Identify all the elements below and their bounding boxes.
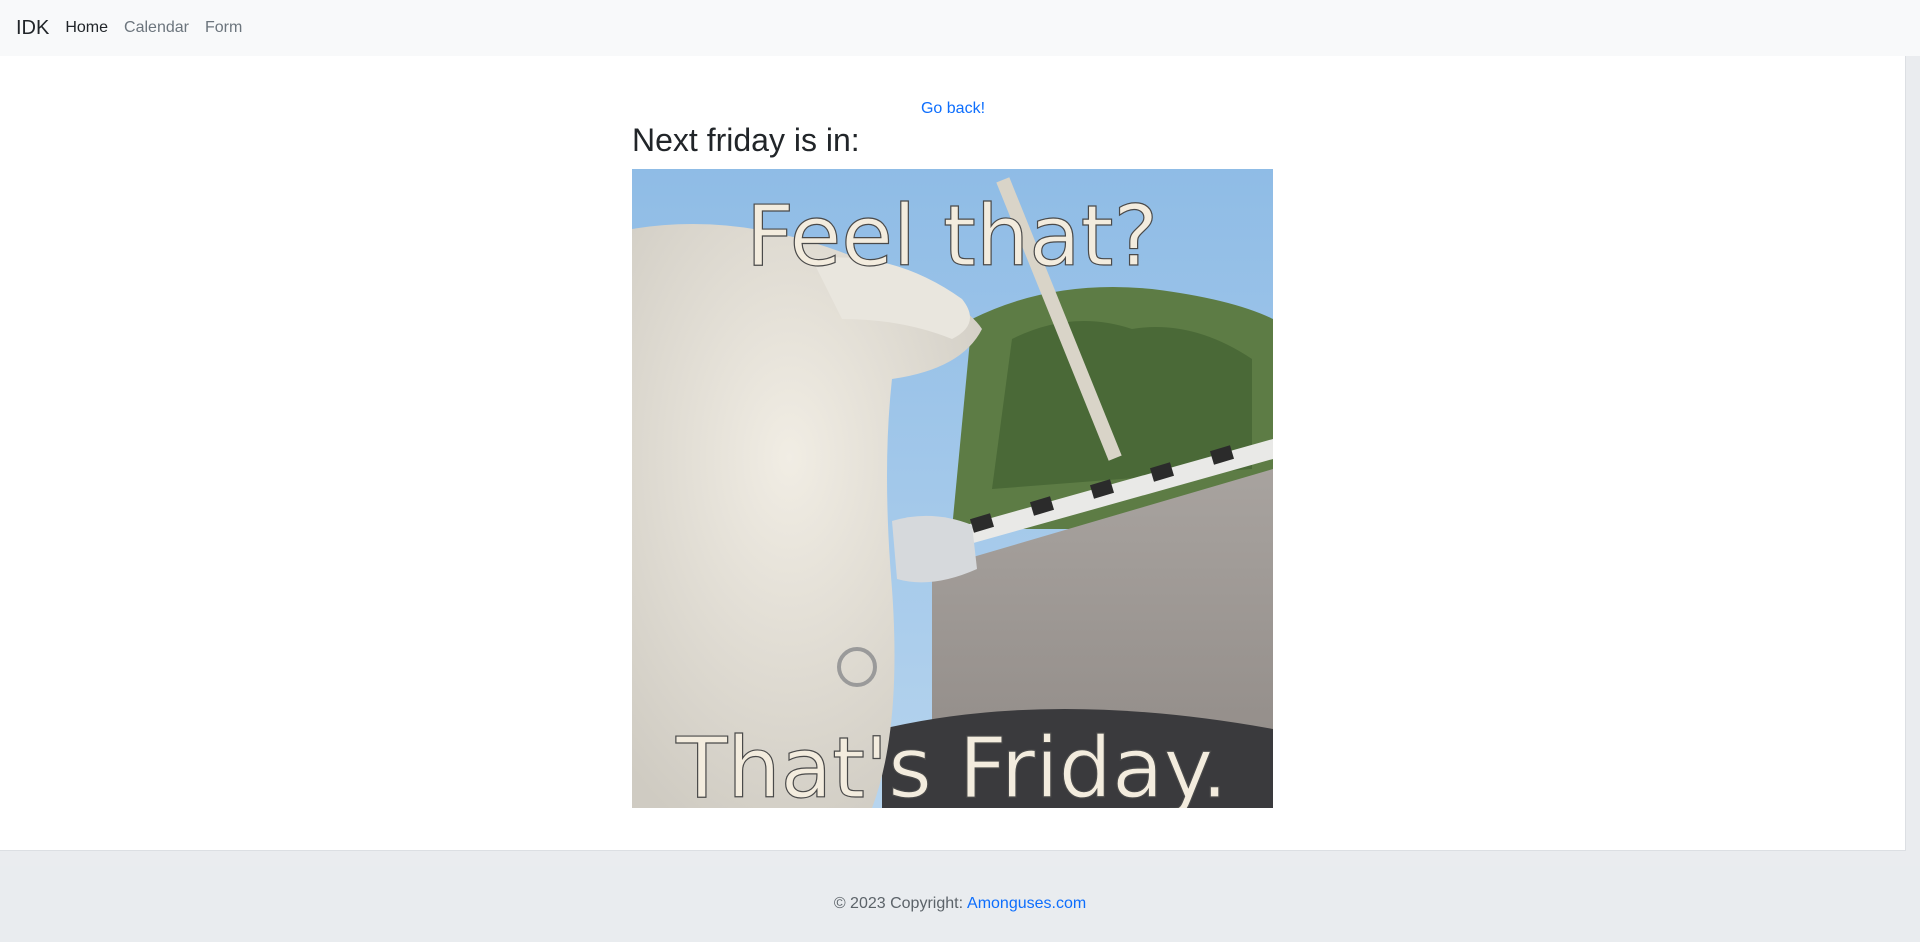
main-content: Go back! Next friday is in: Feel that? T… (0, 56, 1906, 851)
top-navbar: IDK Home Calendar Form (0, 0, 1920, 56)
footer-site-link[interactable]: Amonguses.com (967, 895, 1086, 913)
page-heading: Next friday is in: (632, 122, 860, 158)
copyright-text: © 2023 Copyright: (833, 895, 964, 912)
page-footer: © 2023 Copyright: Amonguses.com (0, 866, 1920, 942)
nav-links: Home Calendar Form (57, 19, 250, 37)
nav-link-calendar[interactable]: Calendar (116, 19, 197, 37)
friday-meme-gif: Feel that? That's Friday. (632, 169, 1273, 808)
brand-logo[interactable]: IDK (16, 17, 49, 40)
meme-bottom-caption: That's Friday. (675, 719, 1228, 808)
go-back-link[interactable]: Go back! (0, 100, 1906, 118)
nav-link-form[interactable]: Form (197, 19, 250, 37)
meme-top-caption: Feel that? (746, 187, 1158, 285)
meme-image: Feel that? That's Friday. (632, 169, 1273, 808)
nav-link-home[interactable]: Home (57, 19, 116, 37)
